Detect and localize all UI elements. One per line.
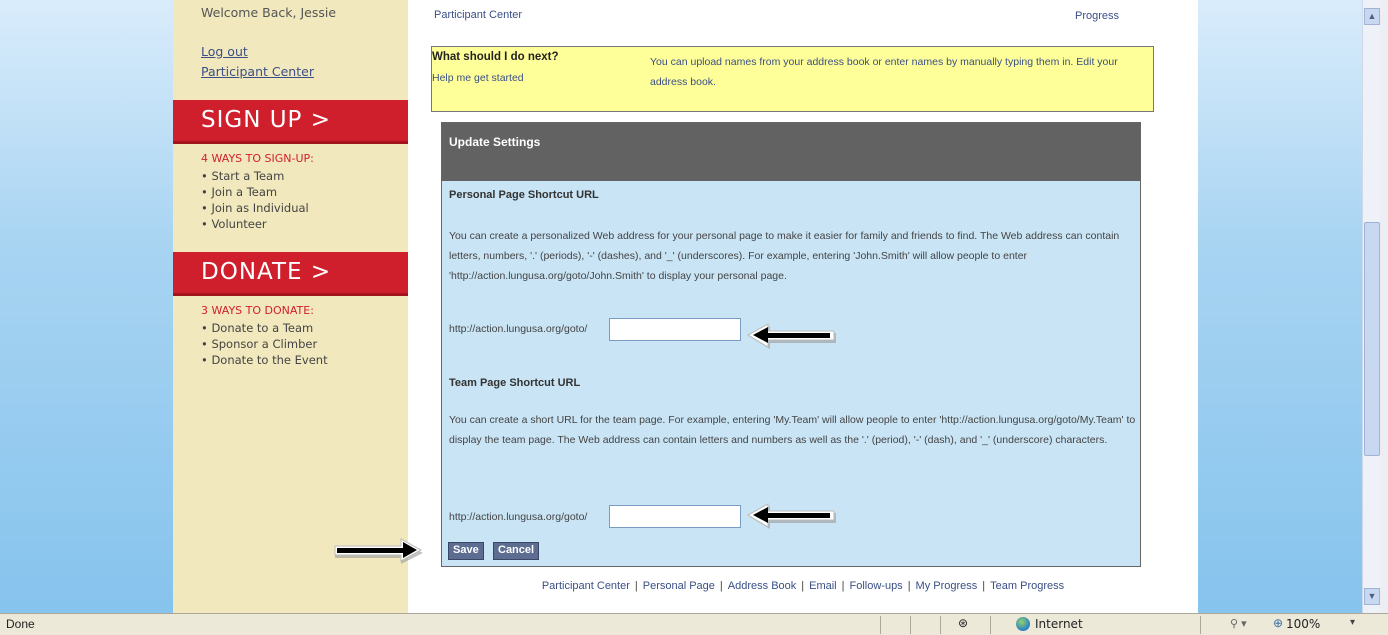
- scroll-up-icon[interactable]: ▲: [1364, 8, 1380, 25]
- donate-item-event[interactable]: Donate to the Event: [201, 352, 327, 368]
- zoom-dropdown-icon[interactable]: ▾: [1350, 617, 1355, 628]
- donate-item-team[interactable]: Donate to a Team: [201, 320, 328, 336]
- donate-ways-heading: 3 WAYS TO DONATE:: [201, 304, 314, 317]
- signup-banner-button[interactable]: SIGN UP >: [173, 100, 408, 144]
- team-url-description: You can create a short URL for the team …: [449, 414, 1136, 446]
- right-arrow-icon: [334, 538, 423, 564]
- team-url-prefix: http://action.lungusa.org/goto/: [449, 511, 588, 523]
- footer-link-participant-center[interactable]: Participant Center: [542, 580, 630, 592]
- internet-zone-icon: [1016, 617, 1030, 631]
- signup-item-join-team[interactable]: Join a Team: [201, 184, 309, 200]
- signup-ways-heading: 4 WAYS TO SIGN-UP:: [201, 152, 314, 165]
- window-edge: [1380, 0, 1388, 613]
- donate-ways-list: Donate to a Team Sponsor a Climber Donat…: [201, 320, 328, 368]
- next-steps-text[interactable]: You can upload names from your address b…: [650, 52, 1150, 92]
- donate-item-sponsor[interactable]: Sponsor a Climber: [201, 336, 328, 352]
- status-cell: ⊛: [940, 616, 990, 634]
- team-url-title: Team Page Shortcut URL: [449, 377, 581, 389]
- save-button[interactable]: Save: [448, 542, 484, 560]
- scrollbar-thumb[interactable]: [1364, 222, 1380, 456]
- signup-ways-list: Start a Team Join a Team Join as Individ…: [201, 168, 309, 232]
- next-steps-box: What should I do next? Help me get start…: [431, 46, 1154, 112]
- separator: |: [801, 580, 805, 592]
- status-cell: [910, 616, 940, 634]
- cancel-button[interactable]: Cancel: [493, 542, 540, 560]
- separator: |: [719, 580, 723, 592]
- signup-item-volunteer[interactable]: Volunteer: [201, 216, 309, 232]
- footer-link-my-progress[interactable]: My Progress: [916, 580, 978, 592]
- footer-link-personal-page[interactable]: Personal Page: [643, 580, 715, 592]
- protected-mode-icon[interactable]: ⚲ ▾: [1230, 617, 1247, 630]
- signup-item-join-individual[interactable]: Join as Individual: [201, 200, 308, 216]
- personal-url-description: You can create a personalized Web addres…: [449, 230, 1120, 282]
- personal-url-title: Personal Page Shortcut URL: [449, 189, 599, 201]
- settings-header: Update Settings: [442, 123, 1140, 181]
- separator: |: [982, 580, 986, 592]
- left-arrow-icon: [746, 323, 836, 349]
- participant-center-link[interactable]: Participant Center: [201, 64, 314, 79]
- status-text: Done: [6, 617, 35, 631]
- left-sidebar: Welcome Back, Jessie Log out Participant…: [173, 0, 408, 613]
- vertical-scrollbar[interactable]: ▲ ▼: [1362, 0, 1380, 613]
- footer-link-follow-ups[interactable]: Follow-ups: [850, 580, 903, 592]
- top-progress-link[interactable]: Progress: [1075, 10, 1119, 22]
- zoom-icon[interactable]: ⊕: [1273, 616, 1283, 630]
- separator: |: [634, 580, 638, 592]
- personal-url-prefix: http://action.lungusa.org/goto/: [449, 323, 588, 335]
- browser-background-right: [1198, 0, 1362, 613]
- browser-background-left: [0, 0, 173, 613]
- security-zone-label: Internet: [1035, 617, 1083, 631]
- team-url-input[interactable]: [609, 505, 741, 528]
- logout-link[interactable]: Log out: [201, 44, 248, 59]
- left-arrow-icon: [746, 503, 836, 529]
- zoom-level[interactable]: 100%: [1286, 617, 1320, 631]
- footer-link-address-book[interactable]: Address Book: [728, 580, 796, 592]
- footer-link-email[interactable]: Email: [809, 580, 837, 592]
- privacy-icon[interactable]: ⊛: [958, 616, 968, 630]
- status-bar: Done ⊛ Internet ⚲ ▾ ⊕ 100% ▾: [0, 613, 1388, 635]
- footer-link-team-progress[interactable]: Team Progress: [990, 580, 1064, 592]
- status-cell: [880, 616, 910, 634]
- welcome-text: Welcome Back, Jessie: [201, 5, 337, 20]
- top-participant-center-link[interactable]: Participant Center: [434, 9, 522, 21]
- signup-item-start-team[interactable]: Start a Team: [201, 168, 309, 184]
- separator: |: [907, 580, 911, 592]
- help-get-started-link[interactable]: Help me get started: [432, 72, 524, 84]
- scroll-down-icon[interactable]: ▼: [1364, 588, 1380, 605]
- main-content: Participant Center Progress What should …: [408, 0, 1198, 613]
- donate-banner-button[interactable]: DONATE >: [173, 252, 408, 296]
- personal-url-input[interactable]: [609, 318, 741, 341]
- next-steps-question: What should I do next?: [432, 51, 559, 63]
- footer-links: Participant Center | Personal Page | Address…: [408, 580, 1198, 592]
- separator: |: [841, 580, 845, 592]
